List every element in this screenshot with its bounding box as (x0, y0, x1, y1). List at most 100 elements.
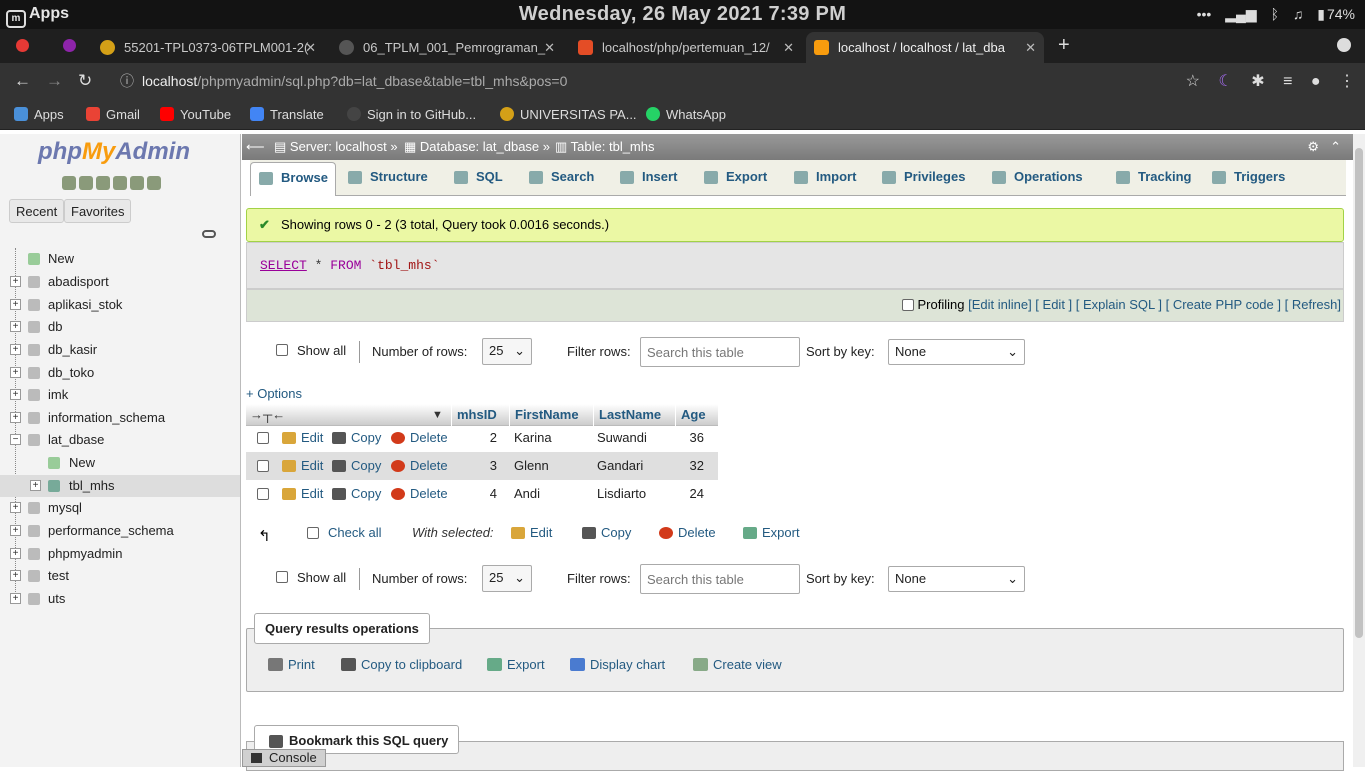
sort-dropdown-icon[interactable]: ▼ (432, 404, 443, 426)
refresh-link[interactable]: Refresh (1292, 297, 1338, 312)
collapse-nav-icon[interactable]: ⟵ (246, 134, 265, 160)
row-copy-link[interactable]: Copy (332, 480, 381, 508)
star-icon[interactable]: ☆ (1186, 73, 1200, 90)
close-tab-icon[interactable]: ✕ (1025, 32, 1036, 63)
bluetooth-icon[interactable]: ᛒ (1271, 6, 1279, 22)
column-header[interactable]: Age (675, 404, 718, 426)
print-link[interactable]: Print (268, 657, 315, 672)
breadcrumb-server[interactable]: ▤ Server: localhost » (274, 134, 398, 160)
extension-tab-icon[interactable] (63, 39, 76, 52)
profile-icon[interactable]: ● (1311, 73, 1321, 90)
row-delete-link[interactable]: Delete (391, 424, 448, 452)
dark-mode-icon[interactable]: ☾ (1218, 73, 1232, 90)
row-checkbox[interactable] (257, 460, 269, 472)
check-all-checkbox[interactable] (307, 527, 319, 539)
row-checkbox[interactable] (257, 432, 269, 444)
bookmark-translate[interactable]: Translate (250, 107, 324, 122)
sql-query-box[interactable]: SELECT * FROM `tbl_mhs` (246, 242, 1344, 289)
tab-structure[interactable]: Structure (340, 162, 428, 196)
bulk-copy-button[interactable]: Copy (582, 519, 631, 547)
column-header[interactable]: LastName (593, 404, 675, 426)
row-edit-link[interactable]: Edit (282, 452, 323, 480)
extensions-icon[interactable]: ✱ (1251, 73, 1264, 90)
tree-item-db[interactable]: + db (0, 316, 240, 338)
display-chart-link[interactable]: Display chart (570, 657, 665, 672)
row-edit-link[interactable]: Edit (282, 480, 323, 508)
expand-icon[interactable]: + (10, 299, 21, 310)
create-php-code-link[interactable]: Create PHP code (1173, 297, 1274, 312)
cell-firstname[interactable]: Glenn (514, 452, 549, 480)
show-all-checkbox[interactable] (276, 571, 288, 583)
settings-icon[interactable] (130, 176, 144, 190)
expand-icon[interactable]: + (10, 412, 21, 423)
row-delete-link[interactable]: Delete (391, 480, 448, 508)
row-checkbox[interactable] (257, 488, 269, 500)
tab-export[interactable]: Export (696, 162, 767, 196)
bookmark-universitas[interactable]: UNIVERSITAS PA... (500, 107, 637, 122)
expand-icon[interactable]: + (10, 525, 21, 536)
collapse-top-icon[interactable]: ⌃ (1330, 134, 1341, 160)
info-icon[interactable]: ⓘ (120, 67, 134, 96)
cell-age[interactable]: 24 (675, 480, 704, 508)
tab-1[interactable]: 55201-TPL0373-06TPLM001-2( ✕ (92, 32, 324, 63)
cell-lastname[interactable]: Suwandi (597, 424, 647, 452)
expand-icon[interactable]: + (10, 321, 21, 332)
tab-operations[interactable]: Operations (984, 162, 1083, 196)
phpmyadmin-logo[interactable]: phpMyAdmin (38, 138, 190, 166)
row-edit-link[interactable]: Edit (282, 424, 323, 452)
help-icon[interactable] (96, 176, 110, 190)
tree-item-new-table[interactable]: New (0, 452, 240, 474)
expand-icon[interactable]: + (10, 344, 21, 355)
reload-nav-icon[interactable] (147, 176, 161, 190)
expand-icon[interactable]: + (10, 593, 21, 604)
tab-tracking[interactable]: Tracking (1108, 162, 1191, 196)
settings-gear-icon[interactable]: ⚙ (1307, 134, 1319, 160)
signal-icon[interactable]: ▂▄▆ (1225, 6, 1256, 22)
tree-item-db[interactable]: + imk (0, 384, 240, 406)
bulk-export-button[interactable]: Export (743, 519, 800, 547)
check-all-label[interactable]: Check all (328, 519, 381, 547)
expand-icon[interactable]: + (10, 502, 21, 513)
console-toggle[interactable]: Console (242, 749, 326, 767)
breadcrumb-table[interactable]: ▥ Table: tbl_mhs (555, 134, 655, 160)
close-tab-icon[interactable]: ✕ (544, 32, 555, 63)
tab-insert[interactable]: Insert (612, 162, 677, 196)
page-scrollbar[interactable] (1353, 134, 1365, 767)
tree-item-db[interactable]: + db_kasir (0, 339, 240, 361)
tree-item-table[interactable]: + tbl_mhs (0, 475, 240, 497)
tab-search[interactable]: Search (521, 162, 594, 196)
tab-2[interactable]: 06_TPLM_001_Pemrograman_ ✕ (331, 32, 563, 63)
sort-by-key-select[interactable]: None ⌄ (888, 566, 1025, 592)
close-tab-icon[interactable]: ✕ (783, 32, 794, 63)
row-delete-link[interactable]: Delete (391, 452, 448, 480)
cell-lastname[interactable]: Lisdiarto (597, 480, 646, 508)
bookmark-whatsapp[interactable]: WhatsApp (646, 107, 726, 122)
edit-inline-link[interactable]: Edit inline (972, 297, 1028, 312)
record-icon[interactable] (16, 39, 29, 52)
close-tab-icon[interactable]: ✕ (305, 32, 316, 63)
reading-list-icon[interactable]: ≡ (1283, 73, 1292, 90)
export-link[interactable]: Export (487, 657, 545, 672)
scrollbar-thumb[interactable] (1355, 148, 1363, 638)
tab-sql[interactable]: SQL (446, 162, 503, 196)
expand-icon[interactable]: + (10, 389, 21, 400)
battery-icon[interactable]: ▮ (1317, 6, 1325, 22)
tree-item-db[interactable]: + information_schema (0, 407, 240, 429)
num-rows-select[interactable]: 25 ⌄ (482, 565, 532, 592)
tree-item-db[interactable]: + db_toko (0, 362, 240, 384)
bulk-delete-button[interactable]: Delete (659, 519, 716, 547)
expand-icon[interactable]: + (10, 367, 21, 378)
cell-firstname[interactable]: Karina (514, 424, 552, 452)
expand-icon[interactable]: + (30, 480, 41, 491)
tree-item-db[interactable]: + uts (0, 588, 240, 610)
cell-id[interactable]: 2 (451, 424, 497, 452)
tree-item-db[interactable]: + aplikasi_stok (0, 294, 240, 316)
show-all-checkbox[interactable] (276, 344, 288, 356)
tab-import[interactable]: Import (786, 162, 856, 196)
column-resize-arrows-icon[interactable]: →┬← (250, 404, 285, 426)
edit-sql-link[interactable]: Edit (1043, 297, 1065, 312)
docs-icon[interactable] (113, 176, 127, 190)
tab-triggers[interactable]: Triggers (1204, 162, 1285, 196)
cell-id[interactable]: 3 (451, 452, 497, 480)
bookmark-youtube[interactable]: YouTube (160, 107, 231, 122)
